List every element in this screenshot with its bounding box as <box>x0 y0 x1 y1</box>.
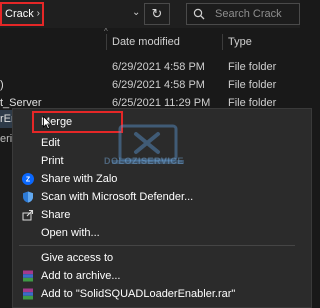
menu-item-add-to-archive[interactable]: Add to archive... <box>13 267 299 285</box>
mouse-cursor-icon <box>43 116 52 130</box>
zalo-icon: Z <box>22 173 34 185</box>
defender-shield-icon <box>23 191 33 203</box>
svg-text:Z: Z <box>26 177 31 184</box>
share-icon <box>22 209 34 221</box>
menu-item-label: Add to "SolidSQUADLoaderEnabler.rar" <box>41 288 236 300</box>
address-history-chevron-icon[interactable]: ⌄ <box>132 7 140 18</box>
file-type: File folder <box>228 61 277 73</box>
winrar-icon <box>23 270 33 282</box>
file-row[interactable]: 6/29/2021 4:58 PM File folder <box>0 58 300 76</box>
menu-item-label: Give access to <box>41 252 114 264</box>
watermark-text: DOLOZISERVICE <box>104 156 184 166</box>
menu-separator <box>19 245 295 246</box>
menu-item-give-access-to[interactable]: Give access to <box>13 249 299 267</box>
refresh-icon: ↻ <box>151 6 163 21</box>
column-divider[interactable] <box>106 34 107 50</box>
search-icon <box>193 8 205 20</box>
menu-item-label: Add to archive... <box>41 270 121 282</box>
column-date-modified[interactable]: Date modified <box>112 32 180 52</box>
address-bar: Crack › ⌄ ↻ <box>0 0 300 28</box>
file-date: 6/29/2021 4:58 PM <box>112 61 205 73</box>
search-input[interactable] <box>215 6 297 22</box>
column-type[interactable]: Type <box>228 32 252 52</box>
menu-item-share[interactable]: Share <box>13 206 299 224</box>
menu-item-add-to-rar[interactable]: Add to "SolidSQUADLoaderEnabler.rar" <box>13 285 299 303</box>
breadcrumb-separator[interactable]: › <box>37 4 40 24</box>
breadcrumb-label: Crack <box>5 8 34 20</box>
menu-item-label: Edit <box>41 137 60 149</box>
file-date: 6/29/2021 4:58 PM <box>112 79 205 91</box>
file-type: File folder <box>228 79 277 91</box>
menu-item-label: Open with... <box>41 227 100 239</box>
file-name: ) <box>0 79 4 91</box>
breadcrumb-crack[interactable]: Crack › <box>0 2 44 26</box>
file-row[interactable]: ) 6/29/2021 4:58 PM File folder <box>0 76 300 94</box>
search-box[interactable] <box>186 3 300 25</box>
menu-item-label: Share <box>41 209 71 221</box>
column-header-row: ^ Date modified Type <box>0 27 300 52</box>
menu-item-open-with[interactable]: Open with... <box>13 224 299 242</box>
refresh-button[interactable]: ↻ <box>144 3 170 25</box>
menu-item-label: Print <box>41 155 64 167</box>
winrar-icon <box>23 288 33 300</box>
column-divider[interactable] <box>222 34 223 50</box>
